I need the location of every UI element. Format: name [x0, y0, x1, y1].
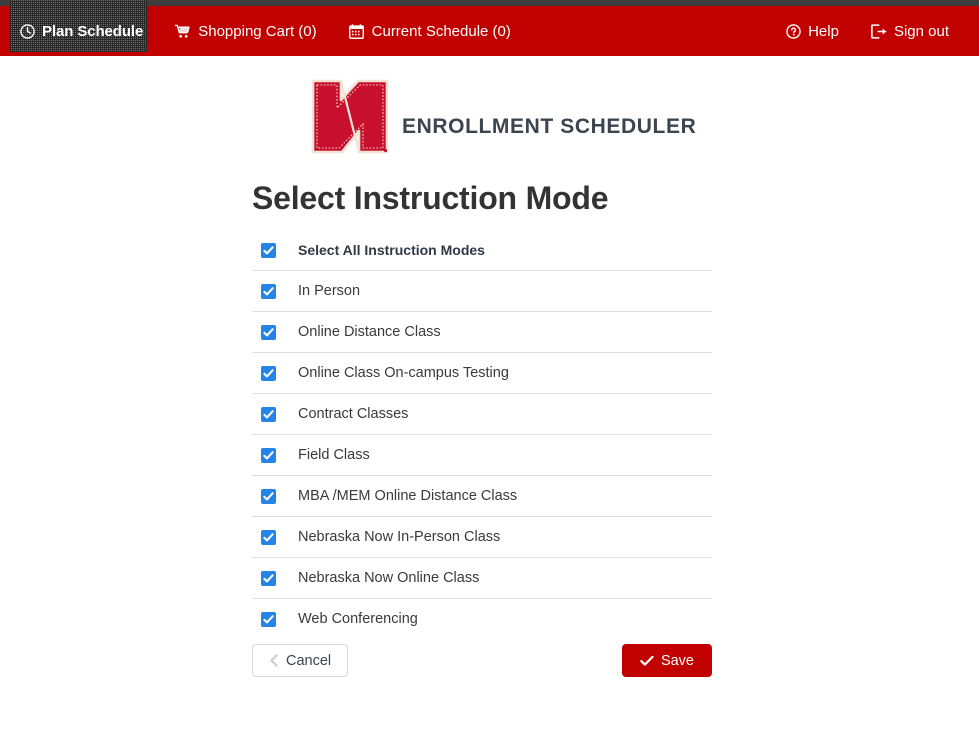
mode-label: Contract Classes: [298, 406, 409, 422]
checkbox-nebraska-now-in-person-class[interactable]: [261, 529, 276, 545]
page-title: Select Instruction Mode: [252, 180, 609, 216]
nav-item-help[interactable]: Help: [769, 6, 855, 56]
nav-item-plan-schedule[interactable]: Plan Schedule: [0, 6, 159, 56]
brand-title: ENROLLMENT SCHEDULER: [402, 114, 697, 138]
nav-item-current-schedule[interactable]: Current Schedule (0): [333, 6, 527, 56]
sign-out-icon: [871, 23, 887, 39]
mode-label-select-all: Select All Instruction Modes: [298, 242, 485, 258]
checkbox-mba-mem-online-distance-class[interactable]: [261, 488, 276, 504]
clock-icon: [19, 23, 35, 39]
navbar-left-group: Plan Schedule Shopping Cart (0) Current …: [0, 0, 527, 56]
mode-row-online-class-on-campus-testing[interactable]: Online Class On-campus Testing: [252, 353, 712, 394]
mode-label: Web Conferencing: [298, 611, 418, 627]
mode-row-select-all[interactable]: Select All Instruction Modes: [252, 230, 712, 271]
check-icon: [640, 655, 654, 667]
navbar-right-group: Help Sign out: [769, 6, 965, 56]
nav-item-sign-out[interactable]: Sign out: [855, 6, 965, 56]
mode-row-in-person[interactable]: In Person: [252, 271, 712, 312]
mode-row-field-class[interactable]: Field Class: [252, 435, 712, 476]
shopping-cart-icon: [175, 23, 191, 39]
mode-row-web-conferencing[interactable]: Web Conferencing: [252, 599, 712, 639]
brand-header: ENROLLMENT SCHEDULER: [311, 78, 696, 155]
nav-label-plan-schedule: Plan Schedule: [42, 22, 144, 40]
calendar-icon: [349, 23, 365, 39]
mode-label: In Person: [298, 283, 361, 299]
mode-label: MBA /MEM Online Distance Class: [298, 488, 518, 504]
checkbox-field-class[interactable]: [261, 447, 276, 463]
checkbox-nebraska-now-online-class[interactable]: [261, 570, 276, 586]
checkbox-online-distance-class[interactable]: [261, 324, 276, 340]
cancel-button[interactable]: Cancel: [252, 644, 349, 677]
nebraska-n-logo: [311, 78, 389, 155]
mode-row-online-distance-class[interactable]: Online Distance Class: [252, 312, 712, 353]
chevron-left-icon: [269, 654, 279, 667]
save-button[interactable]: Save: [621, 644, 712, 677]
nav-label-current-schedule: Current Schedule (0): [371, 22, 511, 40]
mode-label: Online Distance Class: [298, 324, 441, 340]
mode-label: Field Class: [298, 447, 370, 463]
mode-label: Nebraska Now In-Person Class: [298, 529, 501, 545]
nav-label-shopping-cart: Shopping Cart (0): [198, 22, 317, 40]
checkbox-contract-classes[interactable]: [261, 406, 276, 422]
mode-row-nebraska-now-in-person-class[interactable]: Nebraska Now In-Person Class: [252, 517, 712, 558]
checkbox-online-class-on-campus-testing[interactable]: [261, 365, 276, 381]
mode-row-mba-mem-online-distance-class[interactable]: MBA /MEM Online Distance Class: [252, 476, 712, 517]
question-circle-icon: [785, 23, 801, 39]
mode-row-nebraska-now-online-class[interactable]: Nebraska Now Online Class: [252, 558, 712, 599]
checkbox-web-conferencing[interactable]: [261, 611, 276, 627]
main-navbar: Plan Schedule Shopping Cart (0) Current …: [0, 0, 979, 56]
checkbox-in-person[interactable]: [261, 283, 276, 299]
mode-label: Online Class On-campus Testing: [298, 365, 509, 381]
checkbox-select-all[interactable]: [261, 242, 276, 258]
save-button-label: Save: [660, 652, 694, 669]
cancel-button-label: Cancel: [286, 652, 332, 669]
instruction-mode-list: Select All Instruction Modes In Person O…: [252, 230, 712, 639]
mode-label: Nebraska Now Online Class: [298, 570, 480, 586]
nav-label-help: Help: [808, 22, 839, 40]
form-actions: Cancel Save: [252, 644, 712, 677]
nav-item-shopping-cart[interactable]: Shopping Cart (0): [159, 6, 332, 56]
nav-label-sign-out: Sign out: [893, 22, 949, 40]
mode-row-contract-classes[interactable]: Contract Classes: [252, 394, 712, 435]
